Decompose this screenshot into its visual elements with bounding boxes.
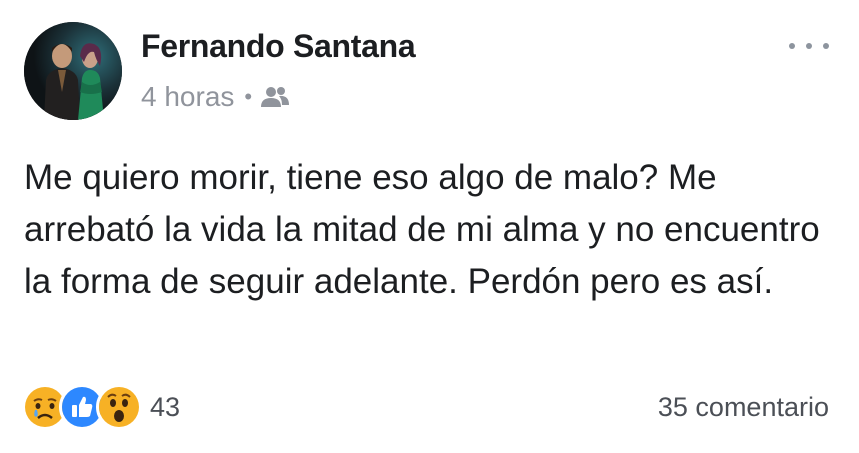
more-dot-icon [806, 43, 812, 49]
more-dot-icon [789, 43, 795, 49]
comments-link[interactable]: 35 comentario [658, 392, 829, 423]
reaction-count: 43 [150, 391, 181, 422]
post-meta: 4 horas • [141, 80, 290, 114]
avatar-photo [24, 22, 122, 120]
post-text: Me quiero morir, tiene eso algo de malo?… [24, 158, 820, 301]
post-card: Fernando Santana 4 horas • Me quiero mor… [0, 0, 859, 453]
more-dot-icon [823, 43, 829, 49]
meta-separator: • [244, 84, 253, 109]
avatar[interactable] [24, 22, 122, 120]
more-options-button[interactable] [789, 36, 829, 56]
friends-icon[interactable] [260, 85, 290, 109]
wow-reaction-icon [96, 384, 142, 430]
reaction-icons [22, 384, 142, 430]
post-footer: 43 35 comentario [22, 384, 829, 430]
reactions-summary[interactable]: 43 [22, 384, 180, 430]
post-timestamp[interactable]: 4 horas [141, 81, 234, 113]
author-name[interactable]: Fernando Santana [141, 28, 416, 65]
